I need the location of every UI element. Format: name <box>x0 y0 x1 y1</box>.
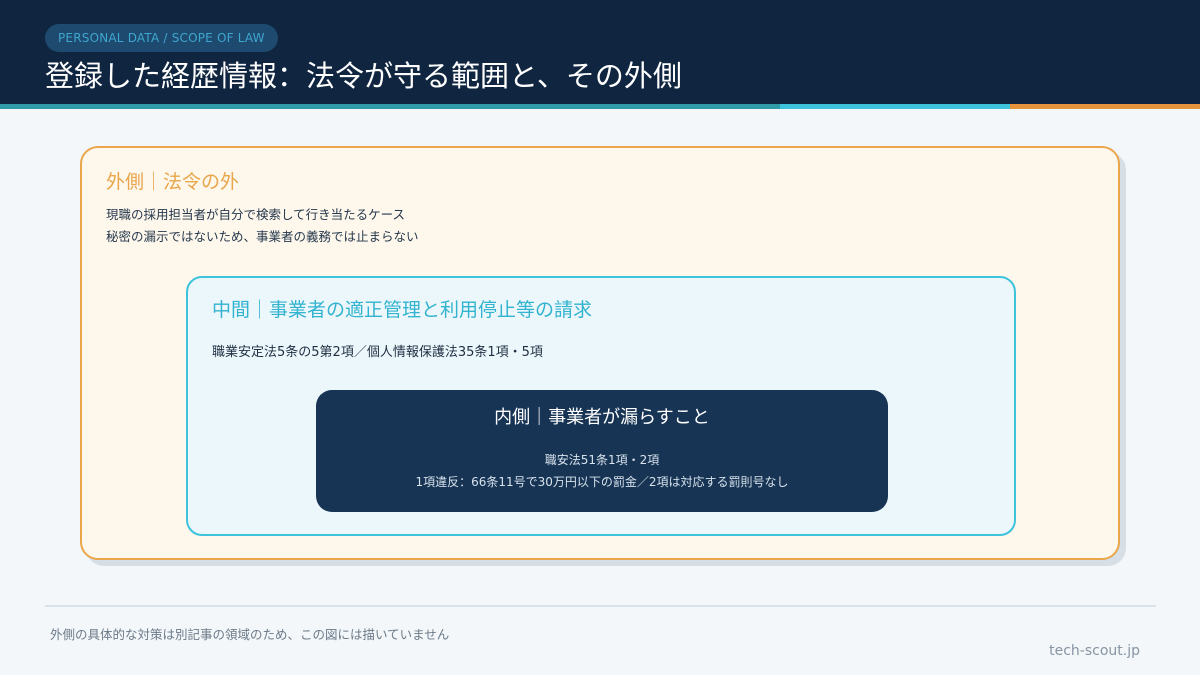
inner-scope-line-1: 職安法51条1項・2項 <box>544 453 660 467</box>
header-bar: PERSONAL DATA / SCOPE OF LAW 登録した経歴情報：法令… <box>0 0 1200 104</box>
outer-scope-title: 外側｜法令の外 <box>106 171 240 193</box>
outer-scope-box: 外側｜法令の外 現職の採用担当者が自分で検索して行き当たるケース 秘密の漏示では… <box>80 146 1120 560</box>
middle-scope-description: 職業安定法5条の5第2項／個人情報保護法35条1項・5項 <box>212 345 543 360</box>
accent-stripe-teal <box>0 104 780 109</box>
accent-stripe-cyan <box>780 104 1010 109</box>
inner-scope-box: 内側｜事業者が漏らすこと 職安法51条1項・2項 1項違反：66条11号で30万… <box>316 390 888 512</box>
footer-note: 外側の具体的な対策は別記事の領域のため、この図には描いていません <box>50 627 450 642</box>
section-tag: PERSONAL DATA / SCOPE OF LAW <box>45 24 278 52</box>
middle-scope-title: 中間｜事業者の適正管理と利用停止等の請求 <box>212 299 593 321</box>
inner-scope-line-2: 1項違反：66条11号で30万円以下の罰金／2項は対応する罰則号なし <box>415 475 789 489</box>
inner-scope-title: 内側｜事業者が漏らすこと <box>494 407 710 428</box>
outer-scope-line-2: 秘密の漏示ではないため、事業者の義務では止まらない <box>106 229 419 244</box>
site-brand: tech-scout.jp <box>1049 643 1140 659</box>
outer-scope-description: 現職の採用担当者が自分で検索して行き当たるケース 秘密の漏示ではないため、事業者… <box>106 204 419 248</box>
middle-scope-box: 中間｜事業者の適正管理と利用停止等の請求 職業安定法5条の5第2項／個人情報保護… <box>186 276 1016 536</box>
outer-scope-line-1: 現職の採用担当者が自分で検索して行き当たるケース <box>106 207 406 222</box>
accent-stripe-orange <box>1010 104 1200 109</box>
page-title: 登録した経歴情報：法令が守る範囲と、その外側 <box>45 59 682 93</box>
footer-divider <box>45 605 1156 607</box>
